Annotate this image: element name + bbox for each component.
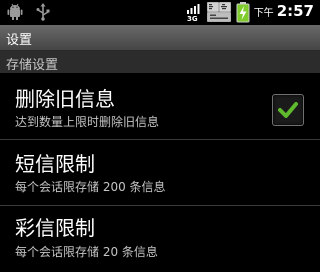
pref-title: 短信限制 — [15, 152, 95, 176]
page-title: 设置 — [6, 33, 33, 48]
usb-icon — [34, 3, 52, 25]
checkmark-icon — [278, 102, 298, 118]
android-debug-icon — [6, 3, 24, 25]
category-label: 存储设置 — [6, 58, 59, 73]
pref-title: 删除旧信息 — [15, 87, 115, 111]
pref-mms-limit[interactable]: 彩信限制 每个会话限存储 20 条信息 — [0, 206, 320, 272]
status-bar: 3G 下午 2:57 — [0, 0, 320, 25]
category-header: 存储设置 — [0, 51, 320, 73]
clock-time: 2:57 — [276, 2, 314, 20]
svg-text:3G: 3G — [187, 15, 198, 22]
title-bar: 设置 — [0, 25, 320, 51]
pref-summary: 每个会话限存储 20 条信息 — [15, 245, 158, 259]
signal-3g-icon: 3G — [186, 2, 204, 26]
clock: 下午 2:57 — [254, 2, 314, 22]
pref-summary: 达到数量上限时删除旧信息 — [15, 115, 160, 129]
pref-summary: 每个会话限存储 200 条信息 — [15, 180, 166, 194]
battery-charging-icon — [236, 2, 250, 27]
delete-old-messages-checkbox[interactable] — [272, 94, 304, 126]
pref-sms-limit[interactable]: 短信限制 每个会话限存储 200 条信息 — [0, 140, 320, 204]
pref-title: 彩信限制 — [15, 216, 95, 240]
dual-sim-icon — [207, 2, 231, 26]
clock-ampm: 下午 — [253, 8, 274, 19]
